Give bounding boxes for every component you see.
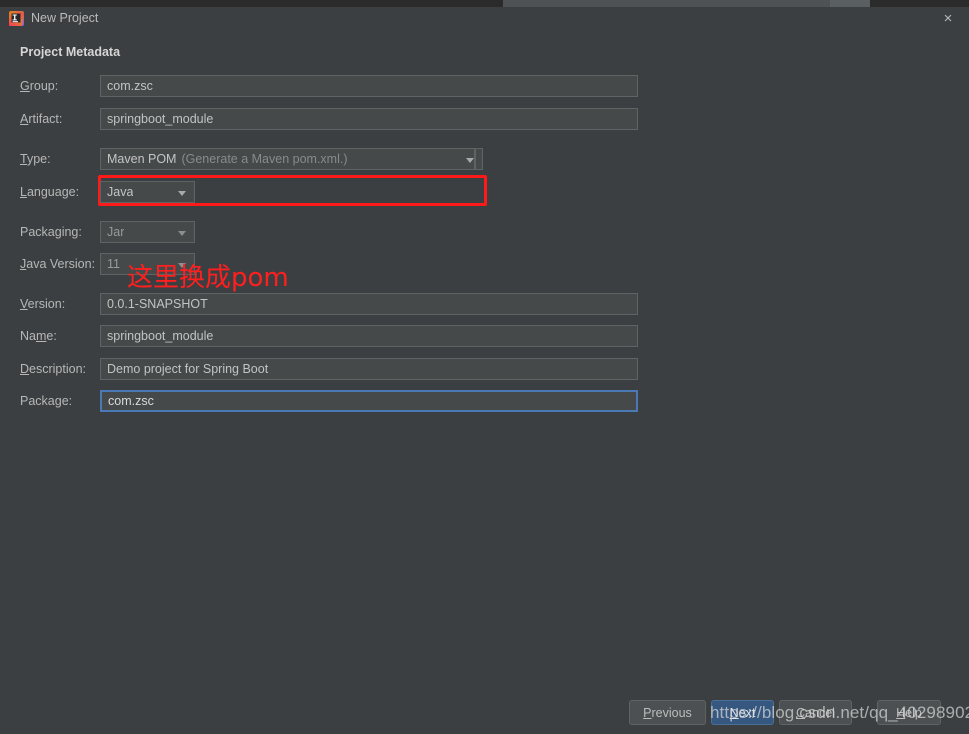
packaging-combo[interactable]: Jar	[100, 221, 195, 243]
form-row-name: Name:	[0, 325, 969, 347]
label-java-version: Java Version:	[20, 257, 96, 271]
label-packaging: Packaging:	[20, 225, 82, 239]
label-package: Package:	[20, 394, 73, 408]
chevron-down-icon	[466, 158, 474, 163]
label-language: Language:	[20, 185, 80, 199]
title-bar: New Project ×	[0, 7, 969, 31]
package-input[interactable]	[100, 390, 638, 412]
chevron-down-icon	[178, 263, 186, 268]
label-version: Version:	[20, 297, 66, 311]
type-combo-separator	[474, 149, 476, 169]
form-row-package: Package:	[0, 390, 969, 412]
dialog-content: Project Metadata Group: Artifact: Type: …	[0, 31, 969, 734]
close-icon[interactable]: ×	[933, 8, 963, 30]
background-window-strip	[503, 0, 830, 7]
new-project-dialog: New Project × Project Metadata Group: Ar…	[0, 0, 969, 734]
form-row-version: Version:	[0, 293, 969, 315]
type-combo-value: Maven POM	[107, 152, 177, 166]
type-combo-hint: (Generate a Maven pom.xml.)	[181, 152, 348, 166]
form-row-packaging: Packaging: Jar	[0, 221, 969, 243]
name-input[interactable]	[100, 325, 638, 347]
label-description: Description:	[20, 362, 87, 376]
type-combo[interactable]: Maven POM (Generate a Maven pom.xml.)	[100, 148, 483, 170]
label-group: Group:	[20, 79, 59, 93]
section-title: Project Metadata	[20, 45, 121, 59]
java-version-combo[interactable]: 11	[100, 253, 195, 275]
background-window-strip	[870, 0, 969, 7]
artifact-input[interactable]	[100, 108, 638, 130]
java-version-combo-value: 11	[107, 257, 120, 271]
chevron-down-icon	[178, 231, 186, 236]
description-input[interactable]	[100, 358, 638, 380]
next-button[interactable]: Next	[711, 700, 774, 725]
background-window-strip	[0, 0, 503, 7]
form-row-group: Group:	[0, 75, 969, 97]
language-combo[interactable]: Java	[100, 181, 195, 203]
window-title: New Project	[31, 11, 99, 25]
label-artifact: Artifact:	[20, 112, 63, 126]
form-row-description: Description:	[0, 358, 969, 380]
background-window-strip	[830, 0, 870, 7]
cancel-button[interactable]: Cancel	[779, 700, 852, 725]
dialog-footer: Previous Next Cancel Help	[0, 700, 969, 725]
label-name: Name:	[20, 329, 57, 343]
group-input[interactable]	[100, 75, 638, 97]
language-combo-value: Java	[107, 185, 134, 199]
label-type: Type:	[20, 152, 51, 166]
chevron-down-icon	[178, 191, 186, 196]
form-row-java-version: Java Version: 11	[0, 253, 969, 275]
form-row-language: Language: Java	[0, 181, 969, 203]
intellij-idea-icon	[8, 10, 25, 27]
previous-button[interactable]: Previous	[629, 700, 706, 725]
help-button[interactable]: Help	[877, 700, 941, 725]
packaging-combo-value: Jar	[107, 225, 125, 239]
form-row-artifact: Artifact:	[0, 108, 969, 130]
version-input[interactable]	[100, 293, 638, 315]
form-row-type: Type: Maven POM (Generate a Maven pom.xm…	[0, 148, 969, 170]
